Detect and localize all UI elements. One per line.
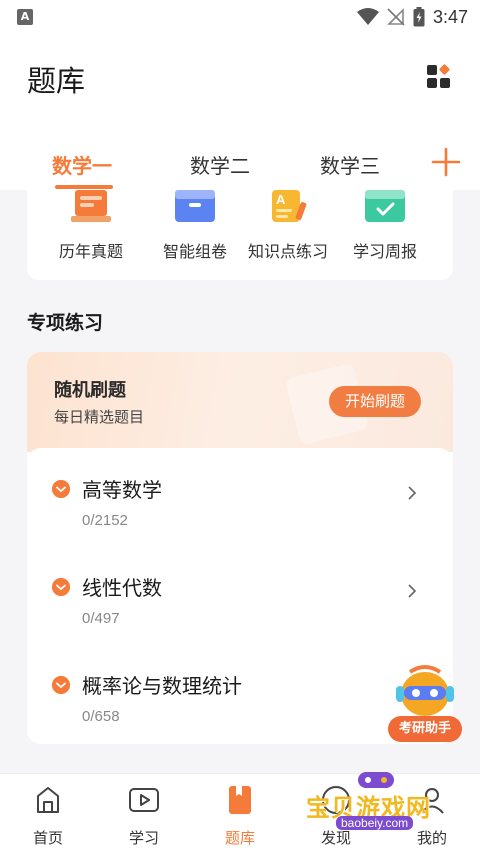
subject-name: 高等数学 (82, 478, 162, 502)
bottom-nav: 首页 学习 题库 发现 我的 (0, 773, 480, 855)
no-signal-icon (387, 8, 405, 26)
subject-progress: 0/2152 (82, 512, 128, 529)
tool-label: 智能组卷 (162, 242, 227, 261)
chevron-right-icon[interactable] (407, 486, 417, 500)
nav-label: 我的 (416, 829, 447, 847)
discover-icon (322, 786, 350, 814)
mascot-icon (396, 665, 454, 716)
add-tab-icon[interactable] (430, 146, 462, 178)
expand-check-icon[interactable] (52, 676, 70, 694)
wifi-icon (356, 8, 379, 25)
tab-math-2[interactable]: 数学二 (190, 150, 250, 179)
tab-math-3[interactable]: 数学三 (320, 150, 380, 179)
expand-check-icon[interactable] (52, 480, 70, 498)
svg-text:A: A (276, 192, 286, 207)
assistant-label: 考研助手 (388, 716, 462, 742)
subject-name: 概率论与数理统计 (82, 674, 242, 698)
tools-card: 历年真题 智能组卷 A 知识点练习 学习周报 (27, 190, 453, 280)
notification-icon: A (17, 9, 33, 25)
section-title: 专项练习 (27, 312, 104, 334)
header: 题库 数学一 数学二 数学三 (0, 34, 480, 190)
category-grid-icon[interactable] (426, 64, 452, 90)
tool-weekly-report[interactable]: 学习周报 (340, 190, 430, 262)
tab-math-1[interactable]: 数学一 (52, 150, 112, 179)
assistant-button[interactable]: 考研助手 (388, 660, 462, 744)
nav-question-bank[interactable]: 题库 (195, 784, 285, 848)
nav-label: 发现 (320, 829, 351, 847)
tool-knowledge-practice[interactable]: A 知识点练习 (243, 190, 333, 262)
banner-title: 随机刷题 (54, 380, 126, 401)
status-bar: A 3:47 (0, 0, 480, 34)
tool-smart-paper[interactable]: 智能组卷 (150, 190, 240, 262)
profile-icon (420, 788, 444, 814)
nav-label: 学习 (128, 829, 159, 847)
subject-tabs: 数学一 数学二 数学三 (0, 146, 480, 190)
nav-study[interactable]: 学习 (99, 784, 189, 848)
nav-profile[interactable]: 我的 (387, 784, 477, 848)
subject-row[interactable]: 高等数学 0/2152 (27, 474, 453, 544)
video-play-icon (129, 788, 159, 812)
tool-label: 学习周报 (352, 242, 417, 261)
nav-discover[interactable]: 发现 (291, 784, 381, 848)
smart-paper-icon (175, 190, 215, 222)
expand-check-icon[interactable] (52, 578, 70, 596)
subject-row[interactable]: 线性代数 0/497 (27, 572, 453, 642)
subject-progress: 0/658 (82, 708, 120, 725)
nav-label: 题库 (224, 829, 255, 847)
tool-label: 知识点练习 (247, 242, 328, 261)
chevron-right-icon[interactable] (407, 584, 417, 598)
page-title: 题库 (27, 64, 86, 98)
start-practice-button[interactable]: 开始刷题 (329, 386, 421, 417)
status-icons: 3:47 (356, 6, 468, 28)
question-bank-icon (229, 786, 251, 814)
subject-progress: 0/497 (82, 610, 120, 627)
clock: 3:47 (432, 6, 468, 27)
nav-label: 首页 (32, 829, 63, 847)
tool-past-papers[interactable]: 历年真题 (46, 190, 136, 262)
random-practice-banner[interactable]: 随机刷题 每日精选题目 开始刷题 (27, 352, 453, 452)
active-tab-indicator (55, 185, 113, 189)
nav-home[interactable]: 首页 (3, 784, 93, 848)
knowledge-practice-icon: A (272, 190, 307, 222)
battery-icon (413, 7, 425, 27)
banner-subtitle: 每日精选题目 (54, 408, 145, 426)
tool-label: 历年真题 (58, 242, 123, 261)
weekly-report-icon (365, 190, 405, 222)
home-icon (37, 787, 59, 813)
past-papers-icon (71, 190, 111, 222)
subject-name: 线性代数 (82, 576, 162, 600)
